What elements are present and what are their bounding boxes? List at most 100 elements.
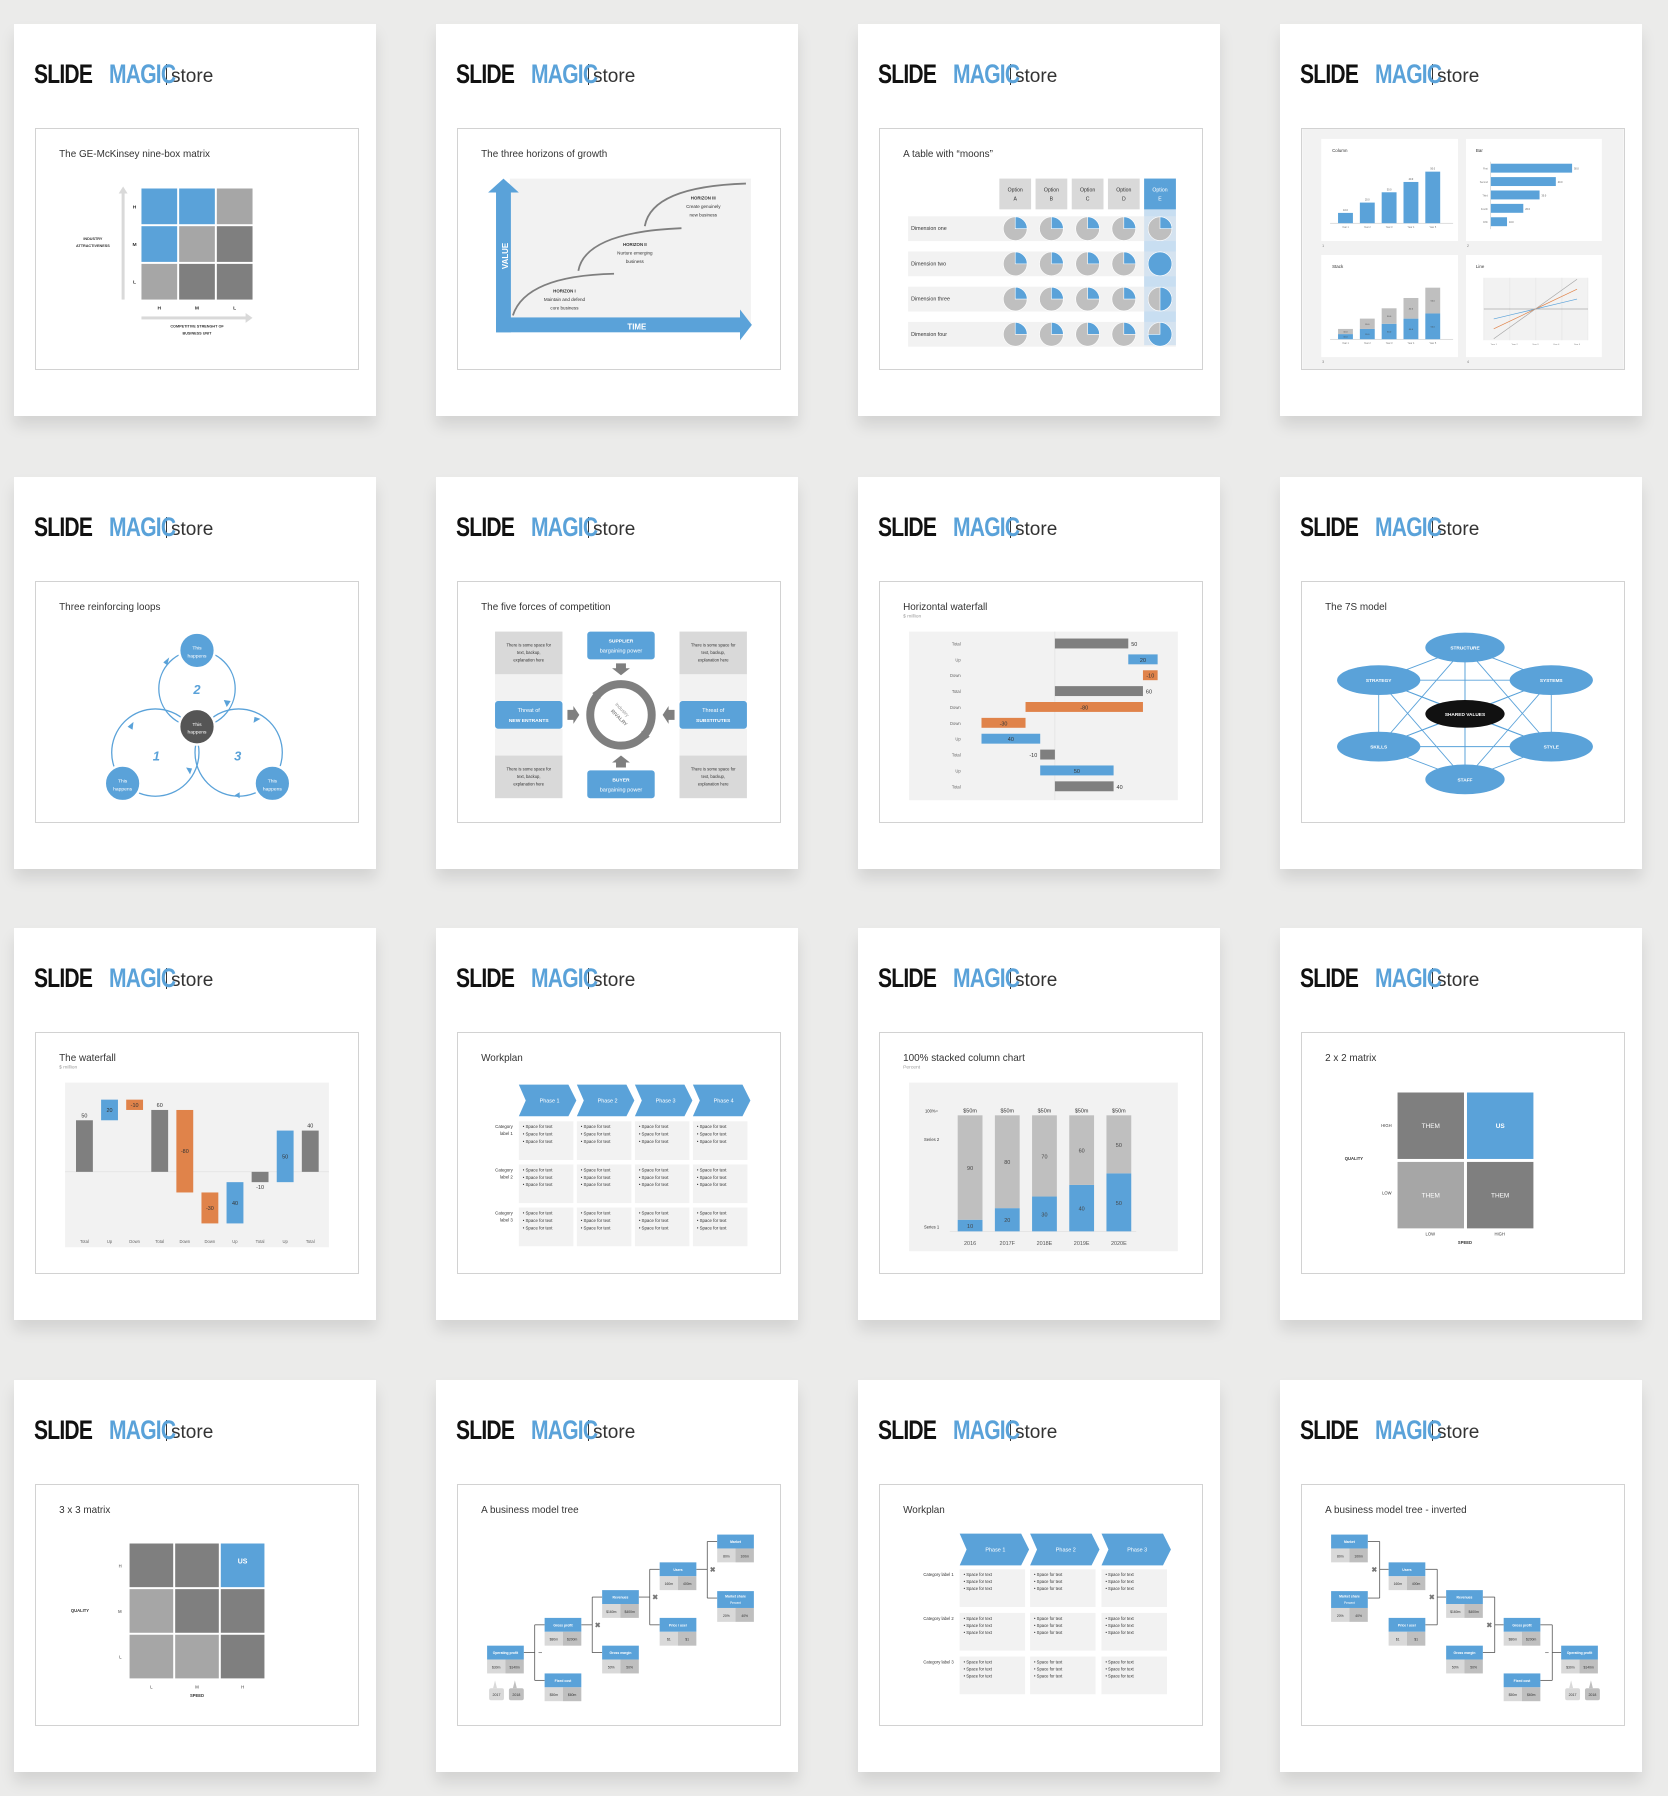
x-label: M (195, 1684, 199, 1689)
logo-magic: MAGIC (530, 59, 598, 89)
task-text: • Space for text (1105, 1673, 1134, 1678)
node-value: $400m (625, 1610, 635, 1614)
task-text: • Space for text (697, 1132, 727, 1137)
slide-thumbnail[interactable]: The GE-McKinsey nine-box matrix H M L H M L COM… (35, 128, 359, 370)
template-card-ninebox[interactable]: SLIDE MAGIC store The GE-McKinsey nine-box… (14, 24, 376, 416)
task-text: • Space for text (964, 1572, 993, 1577)
logo-slide: SLIDE (34, 512, 93, 542)
node-value: $200m (1526, 1638, 1536, 1642)
row-label: Dimension four (911, 332, 947, 338)
supplier-box (587, 631, 655, 660)
slide-thumbnail[interactable]: A business model tree - inverted − ✖ ✖ ✖ Oper… (1301, 1484, 1625, 1726)
template-card-matrix2[interactable]: SLIDE MAGIC store 2 x 2 matrix THEM US THEM TH… (1280, 928, 1642, 1320)
node-value: 50% (608, 1665, 615, 1669)
data-label: 60 (1146, 690, 1152, 696)
node-value: $140m (509, 1665, 519, 1669)
note-text: explanation here (513, 657, 544, 662)
logo-magic: MAGIC (1374, 59, 1442, 89)
note-text: There is some space for (506, 766, 551, 771)
slide-thumbnail[interactable]: Horizontal waterfall $ million Total 50 Up 20… (879, 581, 1203, 823)
matrix-cell (216, 188, 253, 225)
option-label: Option (1008, 187, 1023, 193)
entrants-box (495, 701, 563, 729)
slide-thumbnail[interactable]: Workplan Phase 1 • Space for text • Space f… (879, 1484, 1203, 1726)
slidemagic-store-logo: SLIDE MAGIC store (1300, 58, 1479, 88)
waterfall-bar (1054, 781, 1114, 792)
option-header (1107, 178, 1140, 210)
slide-thumbnail[interactable]: A table with “moons” Option A Option B Option… (879, 128, 1203, 370)
slide-thumbnail[interactable]: 2 x 2 matrix THEM US THEM THEM HIGH LOW QUALITY… (1301, 1032, 1625, 1274)
year-label: 2018 (512, 1693, 520, 1697)
total-value: $50m (1112, 1108, 1126, 1114)
slide-thumbnail[interactable]: A business model tree − ✖ ✖ ✖ Operating profi… (457, 1484, 781, 1726)
slide-thumbnail[interactable]: The waterfall $ million Total 50 Up 20 Down -10… (35, 1032, 359, 1274)
row-label: Dimension three (911, 297, 950, 303)
node-text: This (192, 722, 202, 728)
template-card-waterfall[interactable]: SLIDE MAGIC store The waterfall $ million To… (14, 928, 376, 1320)
slidemagic-store-logo: SLIDE MAGIC store (878, 962, 1057, 992)
template-card-horizons[interactable]: SLIDE MAGIC store The three horizons of gr… (436, 24, 798, 416)
task-text: • Space for text (639, 1167, 669, 1172)
data-label: 40 (232, 1201, 238, 1207)
panel-title: Stack (1332, 264, 1344, 269)
slide-thumbnail[interactable]: Three reinforcing loops This happens This ha… (35, 581, 359, 823)
template-card-workplan4[interactable]: SLIDE MAGIC store Workplan Phase 1 • Space f… (436, 928, 798, 1320)
tick-label: Year 4 (1553, 344, 1560, 346)
category-label: Category (495, 1210, 514, 1215)
logo-slide: SLIDE (34, 963, 93, 993)
slide-preview: Three reinforcing loops This happens This ha… (59, 602, 292, 803)
center-label: SHARED VALUES (1445, 712, 1485, 718)
tick-label: Year 4 (1408, 226, 1415, 229)
slide-thumbnail[interactable]: 3 x 3 matrix US H M L QUALITY L M H SPEED (35, 1484, 359, 1726)
x-label: HIGH (1494, 1231, 1504, 1236)
template-card-treeinv[interactable]: SLIDE MAGIC store A business model tree - … (1280, 1380, 1642, 1772)
slide-thumbnail[interactable]: The 7S model STRUCTURE STRATEGY SYSTEMS SKIL… (1301, 581, 1625, 823)
slide-thumbnail[interactable]: Workplan Phase 1 • Space for text • Space f… (457, 1032, 781, 1274)
arrowhead-icon (234, 792, 240, 799)
template-card-sevens[interactable]: SLIDE MAGIC store The 7S model STRUCTURE STR… (1280, 477, 1642, 869)
logo-magic: MAGIC (108, 59, 176, 89)
node-value: 400m (683, 1582, 692, 1586)
logo-magic: MAGIC (1374, 512, 1442, 542)
node-label: Market share (725, 1595, 746, 1599)
slide-thumbnail[interactable]: The five forces of competition There is s… (457, 581, 781, 823)
task-text: • Space for text (964, 1660, 993, 1665)
slide-title: The 7S model (1325, 602, 1387, 613)
matrix-cell (216, 226, 253, 262)
template-card-matrix3[interactable]: SLIDE MAGIC store 3 x 3 matrix US H M L QUALITY… (14, 1380, 376, 1772)
element-label: STRATEGY (1366, 678, 1392, 684)
matrix-cell (175, 1634, 219, 1679)
template-card-tree[interactable]: SLIDE MAGIC store A business model tree − ✖ ✖… (436, 1380, 798, 1772)
slide-thumbnail[interactable]: 100% stacked column chart Percent 100%= Ser… (879, 1032, 1203, 1274)
template-card-hwaterfall[interactable]: SLIDE MAGIC store Horizontal waterfall $ mi… (858, 477, 1220, 869)
operator-icon: ✖ (1486, 1621, 1492, 1629)
slide-preview: 100% stacked column chartPercent 100%= Ser… (903, 1053, 1178, 1252)
node-value: $50m (550, 1693, 559, 1697)
template-card-workplan3[interactable]: SLIDE MAGIC store Workplan Phase 1 • Space f… (858, 1380, 1220, 1772)
matrix-cell (179, 188, 215, 225)
category-label: Total (256, 1239, 265, 1244)
slide-thumbnail[interactable]: 1 2 3 4 Column 10.0 Year 1 20.0 Year 2 30.0 Year 3… (1301, 128, 1625, 370)
template-card-fiveforces[interactable]: SLIDE MAGIC store The five forces of compe… (436, 477, 798, 869)
operator-icon: ✖ (595, 1621, 601, 1629)
element-label: SKILLS (1370, 745, 1387, 751)
slide-thumbnail[interactable]: The three horizons of growth VALUE TIME HOR… (457, 128, 781, 370)
template-card-loops[interactable]: SLIDE MAGIC store Three reinforcing loops T… (14, 477, 376, 869)
task-text: • Space for text (697, 1218, 727, 1223)
matrix-cell (216, 263, 253, 300)
force-label: SUBSTITUTES (696, 718, 731, 724)
slide-title: The five forces of competition (481, 602, 610, 613)
template-card-stacked[interactable]: SLIDE MAGIC store 100% stacked column char… (858, 928, 1220, 1320)
node-text: happens (188, 730, 207, 736)
template-card-charts[interactable]: SLIDE MAGIC store 1 2 3 4 Column 10.0 Year 1 20.0… (1280, 24, 1642, 416)
node-value: 100m (740, 1554, 749, 1558)
option-header (1035, 178, 1068, 210)
category-label: Up (955, 768, 961, 773)
template-card-moons[interactable]: SLIDE MAGIC store A table with “moons” Opti… (858, 24, 1220, 416)
data-label: 50 (1131, 642, 1137, 648)
arrowhead (245, 312, 253, 323)
column-bar (1425, 171, 1441, 224)
logo-store: store (1015, 519, 1058, 540)
node-label: Gross profit (553, 1623, 573, 1627)
task-text: • Space for text (581, 1210, 611, 1215)
